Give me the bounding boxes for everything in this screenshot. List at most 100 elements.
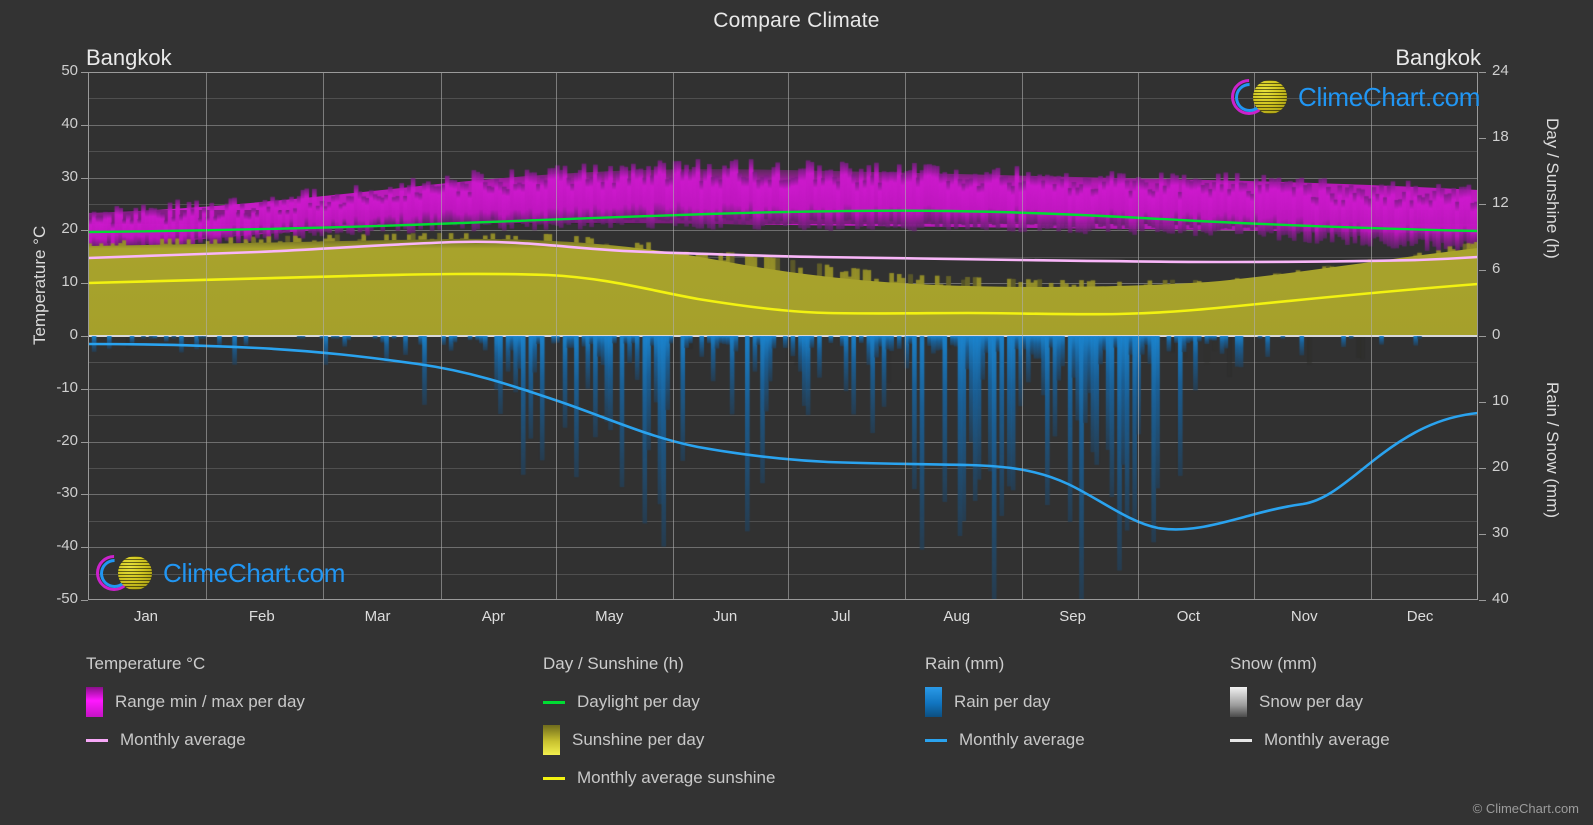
legend-day-sunshine: Day / Sunshine (h) Daylight per day Suns… [543,654,943,802]
month-label-mar: Mar [364,608,391,625]
legend-item-label: Range min / max per day [115,692,305,711]
sunshine-average-line [88,272,1478,316]
y-tickmark-temp [81,177,88,179]
y-tickmark-sun [1479,204,1486,205]
y-tick-temp--10: -10 [56,378,78,396]
swatch-line-icon [1230,738,1252,742]
y-tick-sun-6: 6 [1492,260,1501,277]
y-tickmark-rain [1479,600,1486,601]
legend-item-rain-monthly-average[interactable]: Monthly average [925,726,1225,754]
legend-item-label: Monthly average sunshine [577,768,776,787]
climechart-logo-icon [88,547,158,599]
y-tickmark-temp [81,441,88,443]
y-tickmark-temp [81,124,88,126]
y-tickmark-sun [1479,336,1486,337]
legend-heading: Rain (mm) [925,654,1005,673]
legend-item-monthly-average-sunshine[interactable]: Monthly average sunshine [543,764,943,792]
legend-item-range-min-max[interactable]: Range min / max per day [86,687,526,717]
y-tickmark-temp [81,388,88,390]
gridline-month [205,72,207,600]
plot-frame-left [88,72,89,600]
climate-chart-page: Compare Climate Bangkok Bangkok ClimeCha… [0,0,1593,825]
y-tick-rain-30: 30 [1492,524,1509,541]
y-tick-temp--30: -30 [56,484,78,502]
legend-heading: Temperature °C [86,654,206,673]
month-label-may: May [595,608,624,625]
legend-item-label: Monthly average [120,730,246,749]
gridline-month [1254,72,1255,600]
y-tickmark-rain [1479,468,1486,469]
month-label-dec: Dec [1406,608,1434,625]
y-tick-temp--20: -20 [56,431,78,449]
location-label-right: Bangkok [1395,45,1481,70]
month-label-jun: Jun [712,608,738,625]
y-tickmark-temp [81,547,88,549]
legend-item-label: Snow per day [1259,692,1363,711]
gridline-month [673,72,674,600]
month-label-jan: Jan [133,608,158,625]
y-tick-temp-50: 50 [61,62,78,79]
swatch-sunshine-icon [543,725,560,755]
gridline-month [440,72,442,600]
climechart-logo-icon [1223,71,1293,123]
gridline-month [905,72,906,600]
gridline-month [788,72,789,600]
legend-item-snow-monthly-average[interactable]: Monthly average [1230,726,1530,754]
chart-plot-area [88,72,1478,600]
daylight-line [88,209,1478,234]
legend-heading: Snow (mm) [1230,654,1317,673]
y-tick-temp-30: 30 [61,167,78,185]
legend-item-rain-per-day[interactable]: Rain per day [925,687,1225,717]
watermark-top-right: ClimeChart.com [1223,71,1481,123]
legend-item-label: Daylight per day [577,692,700,711]
y-tick-temp--40: -40 [56,537,78,555]
legend-heading: Day / Sunshine (h) [543,654,684,673]
legend-item-label: Rain per day [954,692,1051,711]
gridline-month [323,72,324,600]
month-label-sep: Sep [1059,608,1086,625]
axis-title-right-bottom: Rain / Snow (mm) [1543,382,1562,519]
gridline-month [1022,72,1023,600]
legend-item-daylight-per-day[interactable]: Daylight per day [543,688,943,716]
gridline-month [556,72,557,600]
watermark-text: ClimeChart.com [1298,81,1481,112]
axis-title-left: Temperature °C [30,225,49,345]
y-tick-temp-40: 40 [61,114,78,132]
month-label-jul: Jul [831,608,851,625]
y-tickmark-temp [81,283,88,285]
swatch-line-icon [543,776,565,780]
watermark-bottom-left: ClimeChart.com [88,547,345,599]
month-label-apr: Apr [481,608,506,625]
temperature-average-line [88,240,1478,264]
legend-item-snow-per-day[interactable]: Snow per day [1230,687,1530,717]
month-label-feb: Feb [248,608,275,625]
legend-item-label: Monthly average [1264,730,1390,749]
y-tick-rain-40: 40 [1492,590,1509,607]
y-tickmark-temp [81,72,88,73]
y-tickmark-temp [81,600,88,601]
axis-title-right-top: Day / Sunshine (h) [1543,118,1562,259]
page-title: Compare Climate [713,9,880,32]
y-tickmark-sun [1479,138,1486,139]
swatch-line-icon [925,738,947,742]
y-tickmark-sun [1479,72,1486,73]
y-tickmark-temp [81,494,88,496]
legend-item-label: Sunshine per day [572,730,705,749]
y-tick-sun-24: 24 [1492,62,1509,79]
swatch-temperature-range-icon [86,687,103,717]
month-label-nov: Nov [1290,608,1318,625]
legend-item-sunshine-per-day[interactable]: Sunshine per day [543,725,943,755]
gridline-month [1138,72,1139,600]
swatch-line-icon [86,738,108,742]
legend-temperature: Temperature °C Range min / max per day M… [86,654,526,764]
y-tickmark-rain [1479,402,1486,403]
y-tick-temp--50: -50 [56,590,78,607]
y-tick-sun-0: 0 [1492,326,1501,343]
plot-frame-bottom [88,599,1478,600]
plot-frame-top [88,72,1478,73]
y-tickmark-rain [1479,534,1486,535]
y-tickmark-temp [81,336,88,337]
month-label-oct: Oct [1176,608,1201,625]
legend-item-temperature-monthly-average[interactable]: Monthly average [86,726,526,754]
swatch-snow-icon [1230,687,1247,717]
